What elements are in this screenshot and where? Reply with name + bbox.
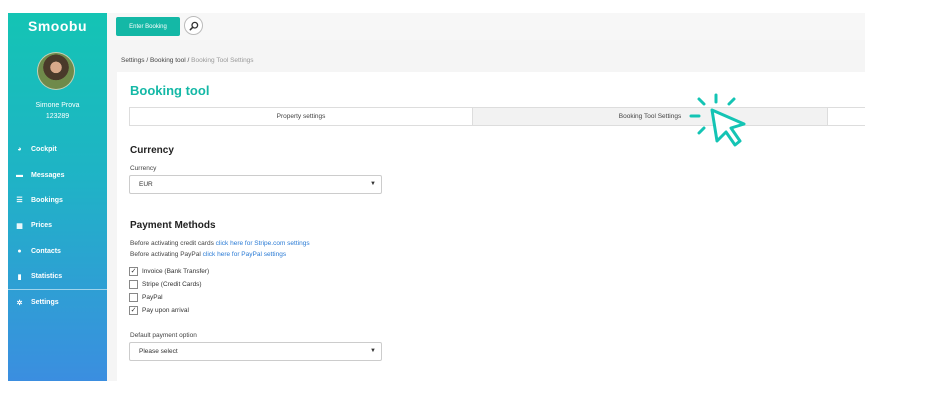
users-icon: ● (17, 247, 22, 255)
sidebar-item-label: Statistics (31, 273, 63, 281)
tab-extra[interactable] (828, 108, 866, 125)
envelope-icon: ▬ (16, 171, 23, 179)
paypal-settings-link[interactable]: click here for PayPal settings (203, 251, 286, 258)
invoice-label: Invoice (Bank Transfer) (142, 268, 210, 275)
top-bar: Enter Booking (107, 13, 865, 40)
breadcrumb-settings[interactable]: Settings (121, 57, 145, 64)
breadcrumb-separator: / (146, 57, 149, 64)
search-button[interactable] (184, 16, 203, 35)
stripe-settings-link[interactable]: click here for Stripe.com settings (216, 240, 310, 247)
page-title: Booking tool (130, 83, 210, 98)
pay-upon-arrival-option[interactable]: ✓ Pay upon arrival (129, 306, 189, 315)
payment-section-title: Payment Methods (130, 220, 216, 231)
dashboard-icon: ◕ (17, 146, 22, 154)
default-payment-select[interactable]: Please select ▼ (129, 342, 382, 361)
bar-chart-icon: ▮ (17, 273, 22, 281)
sidebar-item-messages[interactable]: ▬ Messages (8, 162, 107, 187)
invoice-checkbox[interactable]: ✓ (129, 267, 138, 276)
sidebar-item-cockpit[interactable]: ◕ Cockpit (8, 137, 107, 162)
stripe-note: Before activating credit cards click her… (130, 240, 310, 247)
sidebar-item-label: Bookings (31, 196, 63, 204)
tab-property-settings[interactable]: Property settings (130, 108, 473, 125)
currency-section-title: Currency (130, 145, 174, 156)
search-icon (189, 21, 198, 30)
pay-upon-arrival-checkbox[interactable]: ✓ (129, 306, 138, 315)
sidebar-item-contacts[interactable]: ● Contacts (8, 239, 107, 264)
default-payment-value: Please select (139, 348, 178, 355)
click-cursor-icon (688, 92, 752, 152)
stripe-note-text: Before activating credit cards (130, 240, 214, 247)
sidebar-item-label: Contacts (31, 247, 61, 255)
user-id: 123289 (45, 113, 70, 120)
sidebar-item-prices[interactable]: ▦ Prices (8, 213, 107, 238)
sidebar-item-statistics[interactable]: ▮ Statistics (8, 264, 107, 289)
sidebar: Smoobu Simone Prova 123289 ◕ Cockpit ▬ M… (8, 13, 107, 381)
avatar[interactable] (37, 52, 75, 90)
sidebar-nav: ◕ Cockpit ▬ Messages ☰ Bookings ▦ Prices… (8, 137, 107, 315)
invoice-option[interactable]: ✓ Invoice (Bank Transfer) (129, 267, 209, 276)
currency-value: EUR (139, 181, 153, 188)
stripe-checkbox[interactable] (129, 280, 138, 289)
default-payment-label: Default payment option (130, 332, 197, 339)
pay-upon-arrival-label: Pay upon arrival (142, 307, 189, 314)
calculator-icon: ▦ (16, 222, 23, 230)
paypal-label: PayPal (142, 294, 163, 301)
currency-select[interactable]: EUR ▼ (129, 175, 382, 194)
list-icon: ☰ (16, 197, 23, 205)
breadcrumb: Settings / Booking tool / Booking Tool S… (121, 57, 254, 64)
tab-bar: Property settings Booking Tool Settings (129, 107, 866, 126)
currency-label: Currency (130, 165, 157, 172)
enter-booking-button[interactable]: Enter Booking (116, 17, 180, 36)
stripe-option[interactable]: Stripe (Credit Cards) (129, 280, 202, 289)
caret-down-icon: ▼ (370, 348, 376, 354)
sidebar-item-settings[interactable]: ✲ Settings (8, 289, 107, 314)
app-logo[interactable]: Smoobu (8, 13, 107, 38)
sidebar-item-bookings[interactable]: ☰ Bookings (8, 188, 107, 213)
caret-down-icon: ▼ (370, 181, 376, 187)
sidebar-item-label: Prices (31, 222, 53, 230)
sidebar-item-label: Messages (31, 171, 65, 179)
sidebar-item-label: Settings (31, 299, 59, 307)
breadcrumb-current: Booking Tool Settings (191, 57, 254, 64)
breadcrumb-separator: / (187, 57, 190, 64)
paypal-note-text: Before activating PayPal (130, 251, 201, 258)
stripe-label: Stripe (Credit Cards) (142, 281, 202, 288)
paypal-option[interactable]: PayPal (129, 293, 163, 302)
breadcrumb-booking-tool[interactable]: Booking tool (150, 57, 186, 64)
user-name: Simone Prova (35, 102, 80, 109)
paypal-note: Before activating PayPal click here for … (130, 251, 286, 258)
gear-icon: ✲ (16, 299, 23, 307)
tab-booking-tool-settings[interactable]: Booking Tool Settings (473, 108, 828, 125)
paypal-checkbox[interactable] (129, 293, 138, 302)
sidebar-item-label: Cockpit (31, 146, 57, 154)
